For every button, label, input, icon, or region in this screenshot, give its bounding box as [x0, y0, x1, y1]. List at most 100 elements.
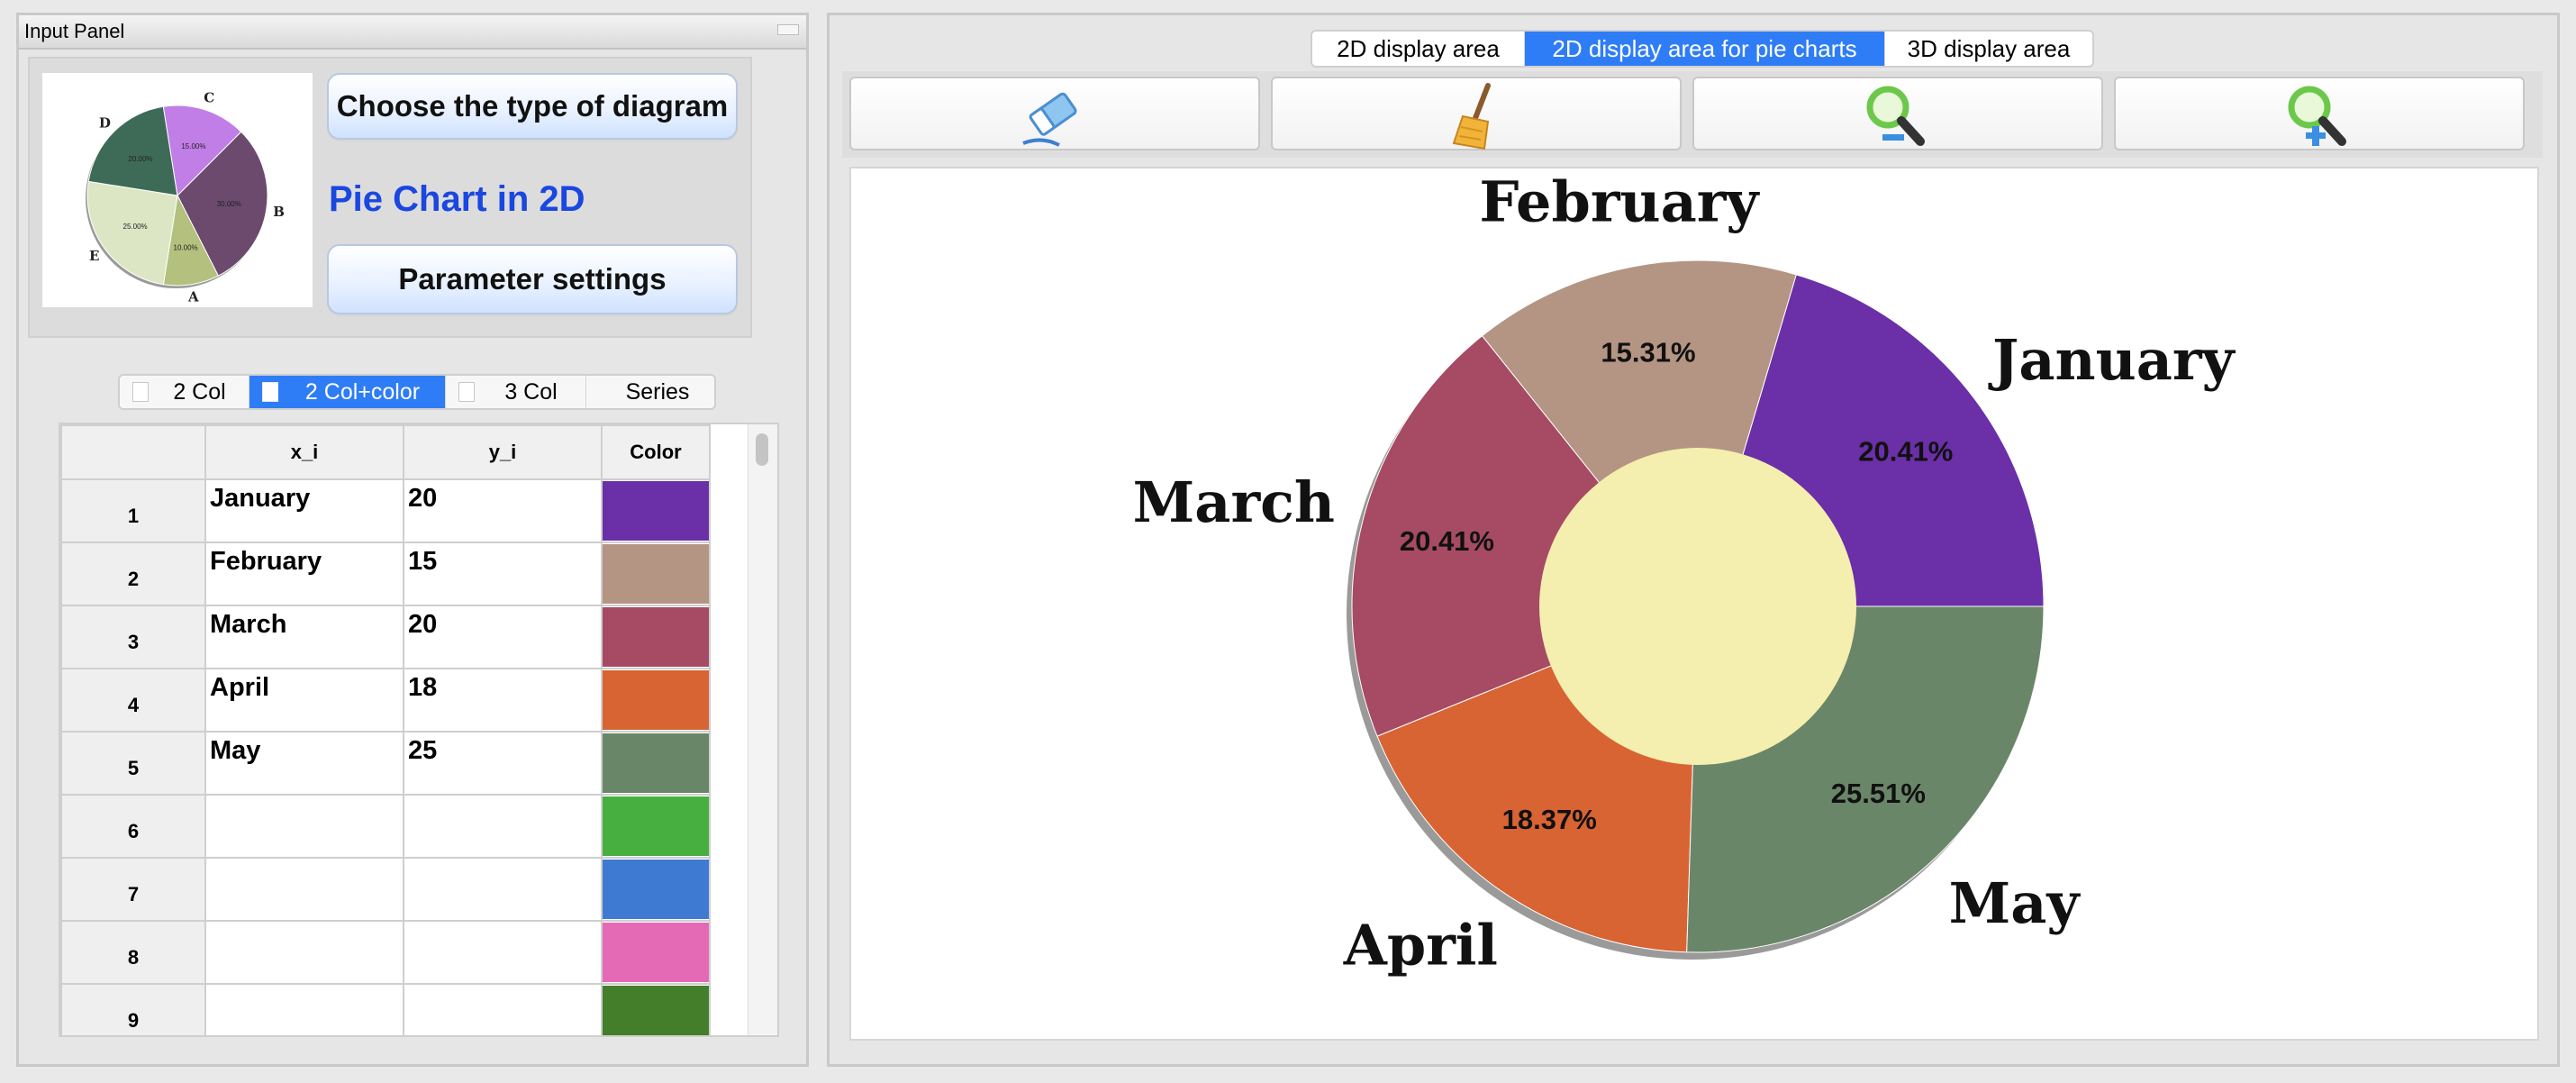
row-number[interactable]: 7 — [60, 857, 206, 922]
color-swatch — [603, 670, 709, 730]
choose-diagram-button[interactable]: Choose the type of diagram — [327, 73, 738, 140]
row-number[interactable]: 5 — [60, 731, 206, 796]
table-scrollbar[interactable] — [748, 424, 777, 1035]
color-swatch — [603, 860, 709, 919]
color-swatch — [603, 986, 709, 1035]
input-panel-title: Input Panel — [19, 15, 806, 50]
panel-minimize-button[interactable] — [777, 24, 799, 35]
cell-y[interactable]: 25 — [403, 731, 603, 796]
cell-color[interactable] — [601, 983, 711, 1035]
thumb-category-label: C — [204, 90, 214, 106]
row-number[interactable]: 8 — [60, 920, 206, 985]
thumb-percent-label: 20.00% — [128, 155, 152, 163]
cell-x[interactable]: April — [204, 668, 404, 733]
slice-category-label: January — [1988, 327, 2236, 393]
table-row: 7 — [60, 857, 749, 922]
parameter-settings-button[interactable]: Parameter settings — [327, 244, 738, 314]
cell-color[interactable] — [601, 542, 711, 606]
cell-y[interactable] — [403, 794, 603, 859]
mode-tab-series[interactable]: Series — [586, 376, 714, 408]
row-number[interactable]: 2 — [60, 542, 206, 606]
eraser-icon — [1022, 92, 1077, 147]
zoom-in-icon — [2288, 86, 2346, 146]
table-row: 1 January 20 — [60, 478, 749, 543]
mode-tab-2col[interactable]: 2 Col — [120, 376, 249, 408]
thumb-percent-label: 15.00% — [181, 142, 205, 150]
cell-x[interactable]: January — [204, 478, 404, 543]
scrollbar-thumb[interactable] — [756, 433, 768, 466]
eraser-tool-button[interactable] — [849, 77, 1260, 150]
cell-color[interactable] — [601, 605, 711, 669]
cell-color[interactable] — [601, 478, 711, 543]
corner-header — [60, 424, 206, 480]
data-table-container: x_i y_i Color 1 January 20 2 February 15 3 Marc… — [59, 423, 779, 1037]
cell-y[interactable]: 20 — [403, 478, 603, 543]
cell-color[interactable] — [601, 857, 711, 922]
table-row: 6 — [60, 794, 749, 859]
color-swatch — [603, 607, 709, 667]
thumb-category-label: A — [187, 289, 199, 305]
tab-2d-pie-display[interactable]: 2D display area for pie charts — [1525, 32, 1885, 66]
header-color[interactable]: Color — [601, 424, 711, 480]
cell-y[interactable]: 15 — [403, 542, 603, 606]
thumb-slice — [86, 180, 178, 286]
chart-type-label: Pie Chart in 2D — [329, 179, 585, 219]
cell-y[interactable] — [403, 920, 603, 985]
thumb-percent-label: 10.00% — [174, 243, 198, 251]
color-swatch — [603, 544, 709, 604]
column-mode-selector: 2 Col 2 Col+color 3 Col Series — [118, 374, 716, 410]
thumb-category-label: E — [89, 248, 99, 264]
mode-checkbox — [262, 382, 278, 402]
header-x[interactable]: x_i — [204, 424, 404, 480]
cell-x[interactable]: March — [204, 605, 404, 669]
row-number[interactable]: 1 — [60, 478, 206, 543]
mode-checkbox — [458, 382, 475, 402]
display-tabs: 2D display area 2D display area for pie … — [1311, 30, 2094, 68]
color-swatch — [603, 796, 709, 856]
cell-x[interactable] — [204, 794, 404, 859]
chart-toolbar — [842, 71, 2543, 158]
cell-x[interactable]: February — [204, 542, 404, 606]
tab-2d-display[interactable]: 2D display area — [1312, 32, 1525, 66]
cell-color[interactable] — [601, 731, 711, 796]
color-swatch — [603, 733, 709, 793]
slice-percent-label: 20.41% — [1858, 436, 1953, 468]
input-panel: Input Panel 30.00% B 10.00% A 25.00% E 20.00% D… — [16, 13, 809, 1067]
slice-percent-label: 15.31% — [1601, 336, 1695, 368]
thumb-percent-label: 30.00% — [217, 200, 241, 208]
chart-canvas: 20.41% January 15.31% February 20.41% March 18… — [849, 167, 2539, 1041]
donut-hole — [1539, 448, 1856, 765]
cell-y[interactable] — [403, 857, 603, 922]
cell-x[interactable]: May — [204, 731, 404, 796]
cell-x[interactable] — [204, 920, 404, 985]
cell-y[interactable]: 18 — [403, 668, 603, 733]
thumb-category-label: B — [273, 204, 285, 220]
cell-y[interactable]: 20 — [403, 605, 603, 669]
zoom-out-button[interactable] — [1692, 77, 2103, 150]
row-number[interactable]: 4 — [60, 668, 206, 733]
clear-broom-button[interactable] — [1271, 77, 1682, 150]
diagram-thumbnail[interactable]: 30.00% B 10.00% A 25.00% E 20.00% D 15.00% C — [42, 73, 313, 307]
broom-icon — [1452, 83, 1491, 150]
color-swatch — [603, 481, 709, 541]
tab-3d-display[interactable]: 3D display area — [1885, 32, 2092, 66]
cell-color[interactable] — [601, 920, 711, 985]
cell-x[interactable] — [204, 857, 404, 922]
zoom-out-icon — [1866, 86, 1925, 146]
table-row: 8 — [60, 920, 749, 985]
cell-color[interactable] — [601, 794, 711, 859]
mode-tab-2col-color[interactable]: 2 Col+color — [249, 376, 446, 408]
header-y[interactable]: y_i — [403, 424, 603, 480]
cell-x[interactable] — [204, 983, 404, 1035]
diagram-type-box: 30.00% B 10.00% A 25.00% E 20.00% D 15.00% C Choo… — [28, 57, 752, 338]
row-number[interactable]: 3 — [60, 605, 206, 669]
mode-tab-3col[interactable]: 3 Col — [446, 376, 586, 408]
color-swatch — [603, 923, 709, 982]
cell-color[interactable] — [601, 668, 711, 733]
row-number[interactable]: 9 — [60, 983, 206, 1035]
row-number[interactable]: 6 — [60, 794, 206, 859]
zoom-in-button[interactable] — [2114, 77, 2525, 150]
cell-y[interactable] — [403, 983, 603, 1035]
table-row: 5 May 25 — [60, 731, 749, 796]
display-panel: 2D display area 2D display area for pie … — [827, 13, 2560, 1067]
